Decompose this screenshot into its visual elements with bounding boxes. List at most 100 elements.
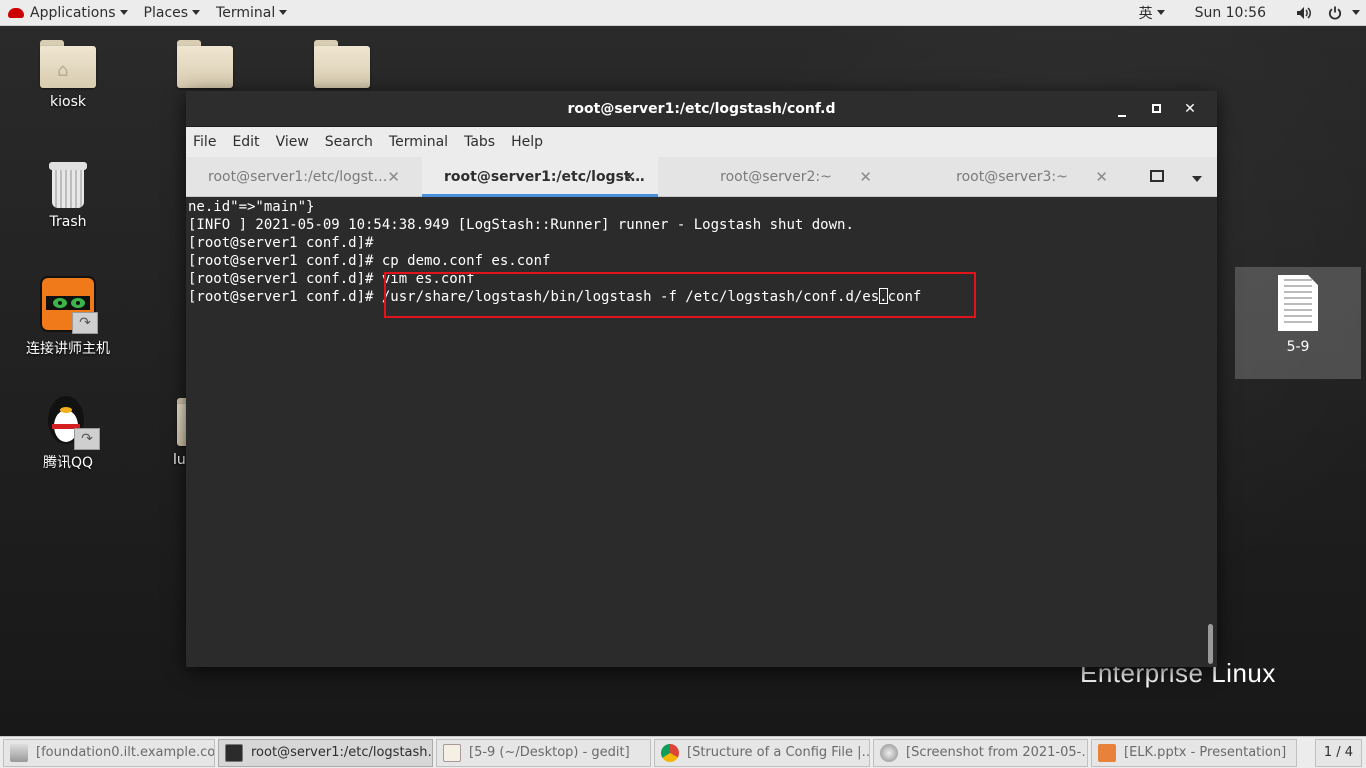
places-label: Places xyxy=(143,4,189,21)
taskbar-item-screenshot[interactable]: [Screenshot from 2021-05-… xyxy=(873,738,1088,767)
viewer-icon xyxy=(10,743,28,762)
tab-label: root@server1:/etc/logst… xyxy=(208,168,388,185)
terminal-app-menu[interactable]: Terminal xyxy=(208,0,295,26)
text-document-icon xyxy=(1278,275,1318,331)
chevron-down-icon xyxy=(119,10,128,15)
scrollbar-thumb[interactable] xyxy=(1208,624,1213,664)
desktop-file-5-9[interactable]: 5-9 xyxy=(1235,267,1361,379)
chevron-down-icon xyxy=(192,10,201,15)
redhat-logo-icon xyxy=(8,7,24,18)
desktop-icon-qq[interactable]: ↷ 腾讯QQ xyxy=(13,390,123,472)
image-viewer-icon xyxy=(880,743,898,762)
menu-terminal[interactable]: Terminal xyxy=(389,134,448,150)
taskbar-label: root@server1:/etc/logstash… xyxy=(251,745,433,760)
terminal-output[interactable]: ne.id"=>"main"} [INFO ] 2021-05-09 10:54… xyxy=(186,197,1217,667)
desktop-icon-label: 连接讲师主机 xyxy=(26,341,110,357)
menu-edit[interactable]: Edit xyxy=(232,134,259,150)
terminal-window[interactable]: root@server1:/etc/logstash/conf.d ✕ File… xyxy=(186,91,1217,667)
workspace-pager[interactable]: 1 / 4 xyxy=(1314,738,1362,767)
taskbar-item-presentation[interactable]: [ELK.pptx - Presentation] xyxy=(1091,738,1297,767)
clock[interactable]: Sun 10:56 xyxy=(1173,0,1288,26)
taskbar-label: [Structure of a Config File |… xyxy=(687,745,870,760)
taskbar-item-chrome[interactable]: [Structure of a Config File |… xyxy=(654,738,870,767)
tab-bar: root@server1:/etc/logst… ✕ root@server1:… xyxy=(186,157,1217,197)
applications-menu[interactable]: Applications xyxy=(0,0,136,26)
taskbar-item-virt-viewer[interactable]: [foundation0.ilt.example.co… xyxy=(3,738,215,767)
terminal-line: [root@server1 conf.d]# cp demo.conf es.c… xyxy=(188,253,551,269)
desktop-icon-label: 腾讯QQ xyxy=(42,455,94,471)
new-tab-icon xyxy=(1150,170,1164,182)
menu-tabs[interactable]: Tabs xyxy=(464,134,495,150)
tab-server2[interactable]: root@server2:~ ✕ xyxy=(658,157,894,196)
close-button[interactable]: ✕ xyxy=(1173,101,1207,117)
terminal-line: [INFO ] 2021-05-09 10:54:38.949 [LogStas… xyxy=(188,217,854,233)
close-tab-icon[interactable]: ✕ xyxy=(859,168,872,186)
terminal-icon xyxy=(225,743,243,762)
window-title: root@server1:/etc/logstash/conf.d xyxy=(567,100,836,117)
taskbar-label: [5-9 (~/Desktop) - gedit] xyxy=(469,745,630,760)
applications-label: Applications xyxy=(30,4,116,21)
menu-file[interactable]: File xyxy=(193,134,216,150)
menu-search[interactable]: Search xyxy=(325,134,373,150)
workspace-indicator: 1 / 4 xyxy=(1323,745,1353,760)
places-menu[interactable]: Places xyxy=(136,0,209,26)
maximize-button[interactable] xyxy=(1139,101,1173,117)
desktop-icon-remote-host[interactable]: ↷ 连接讲师主机 xyxy=(13,276,123,358)
close-icon: ✕ xyxy=(1184,101,1196,117)
window-titlebar[interactable]: root@server1:/etc/logstash/conf.d ✕ xyxy=(186,91,1217,127)
tab-label: root@server2:~ xyxy=(720,168,832,185)
input-method-label: 英 xyxy=(1138,5,1153,22)
taskbar-label: [foundation0.ilt.example.co… xyxy=(36,745,215,760)
highlight-annotation-box xyxy=(384,272,976,318)
qq-penguin-icon: ↷ xyxy=(40,390,100,450)
home-folder-icon: ⌂ xyxy=(40,40,96,88)
maximize-icon xyxy=(1151,104,1161,113)
minimize-icon xyxy=(1118,115,1126,117)
window-list-taskbar: [foundation0.ilt.example.co… root@server… xyxy=(0,736,1366,768)
power-icon[interactable] xyxy=(1320,0,1350,26)
terminal-line: [root@server1 conf.d]# xyxy=(188,235,374,251)
desktop-icon-folder[interactable] xyxy=(287,40,397,88)
taskbar-label: [Screenshot from 2021-05-… xyxy=(906,745,1088,760)
desktop-icon-folder[interactable] xyxy=(150,40,260,88)
shortcut-arrow-icon: ↷ xyxy=(74,428,100,450)
close-tab-icon[interactable]: ✕ xyxy=(1095,168,1108,186)
chevron-down-icon xyxy=(1156,10,1165,15)
folder-icon xyxy=(314,40,370,88)
desktop-icon-kiosk[interactable]: ⌂ kiosk xyxy=(13,40,123,110)
tab-label: root@server1:/etc/logst… xyxy=(444,168,645,185)
shortcut-arrow-icon: ↷ xyxy=(72,312,98,334)
close-tab-icon[interactable]: ✕ xyxy=(387,168,400,186)
taskbar-label: [ELK.pptx - Presentation] xyxy=(1124,745,1287,760)
terminal-line: ne.id"=>"main"} xyxy=(188,199,315,215)
menu-bar: File Edit View Search Terminal Tabs Help xyxy=(186,127,1217,157)
desktop-icon-label: kiosk xyxy=(50,94,86,110)
taskbar-item-terminal[interactable]: root@server1:/etc/logstash… xyxy=(218,738,433,767)
volume-icon[interactable] xyxy=(1288,0,1320,26)
desktop-file-label: 5-9 xyxy=(1286,339,1310,355)
folder-icon xyxy=(177,40,233,88)
tab-label: root@server3:~ xyxy=(956,168,1068,185)
trash-icon xyxy=(49,162,87,208)
tab-server1-a[interactable]: root@server1:/etc/logst… ✕ xyxy=(186,157,422,196)
close-tab-icon[interactable]: ✕ xyxy=(623,168,636,186)
remote-viewer-icon: ↷ xyxy=(40,276,98,334)
presentation-icon xyxy=(1098,743,1116,762)
menu-help[interactable]: Help xyxy=(511,134,543,150)
chrome-icon xyxy=(661,743,679,762)
chevron-down-icon xyxy=(1192,176,1202,182)
new-tab-button[interactable] xyxy=(1137,167,1177,186)
minimize-button[interactable] xyxy=(1105,101,1139,117)
system-menu-chevron-icon[interactable] xyxy=(1350,0,1366,26)
tab-server1-b[interactable]: root@server1:/etc/logst… ✕ xyxy=(422,157,658,197)
desktop-icon-label: Trash xyxy=(49,214,87,230)
desktop-icon-trash[interactable]: Trash xyxy=(13,162,123,230)
clock-label: Sun 10:56 xyxy=(1194,4,1266,21)
menu-view[interactable]: View xyxy=(276,134,309,150)
input-method-indicator[interactable]: 英 xyxy=(1131,0,1173,26)
taskbar-item-gedit[interactable]: [5-9 (~/Desktop) - gedit] xyxy=(436,738,651,767)
tab-server3[interactable]: root@server3:~ ✕ xyxy=(894,157,1130,196)
gedit-icon xyxy=(443,743,461,762)
tab-menu-button[interactable] xyxy=(1177,167,1217,186)
shell-prompt: [root@server1 conf.d]# xyxy=(188,289,382,305)
